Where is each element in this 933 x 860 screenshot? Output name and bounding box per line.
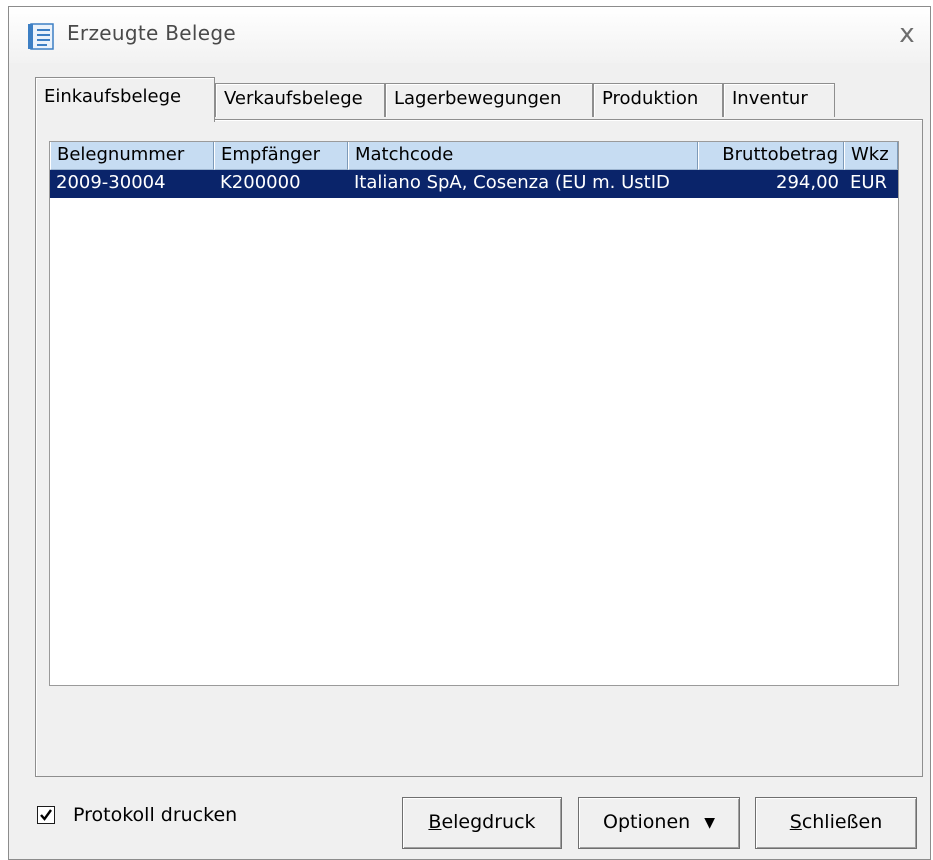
- protokoll-drucken-label[interactable]: Protokoll drucken: [73, 804, 237, 826]
- dropdown-arrow-icon: ▼: [704, 814, 715, 831]
- schliessen-label: chließen: [801, 811, 883, 833]
- column-header-matchcode[interactable]: Matchcode: [348, 142, 698, 170]
- cell-matchcode: Italiano SpA, Cosenza (EU m. UstID: [354, 172, 670, 193]
- optionen-button[interactable]: Optionen ▼: [578, 797, 740, 849]
- document-list-icon: [27, 21, 57, 51]
- cell-bruttobetrag: 294,00: [776, 172, 839, 193]
- schliessen-button[interactable]: Schließen: [755, 797, 917, 849]
- column-header-wkz[interactable]: Wkz: [844, 142, 898, 170]
- belege-list[interactable]: Belegnummer Empfänger Matchcode Bruttobe…: [49, 141, 899, 686]
- schliessen-mnemonic: S: [789, 811, 802, 833]
- tab-lagerbewegungen[interactable]: Lagerbewegungen: [385, 83, 593, 117]
- close-icon[interactable]: x: [890, 17, 924, 51]
- tab-einkaufsbelege[interactable]: Einkaufsbelege: [35, 77, 215, 122]
- belegdruck-mnemonic: B: [428, 811, 442, 833]
- checkmark-icon: [40, 809, 52, 821]
- dialog-window: Erzeugte Belege x Einkaufsbelege Verkauf…: [8, 6, 931, 860]
- tab-inventur[interactable]: Inventur: [723, 83, 835, 117]
- cell-belegnummer: 2009-30004: [56, 172, 166, 193]
- belegdruck-button[interactable]: Belegdruck: [402, 797, 562, 849]
- cell-empfaenger: K200000: [220, 172, 301, 193]
- protokoll-drucken-checkbox[interactable]: [37, 806, 55, 824]
- tab-verkaufsbelege[interactable]: Verkaufsbelege: [215, 83, 385, 117]
- column-header-belegnummer[interactable]: Belegnummer: [50, 142, 214, 170]
- window-title: Erzeugte Belege: [67, 21, 236, 45]
- table-row[interactable]: 2009-30004 K200000 Italiano SpA, Cosenza…: [50, 170, 898, 198]
- column-header-bruttobetrag[interactable]: Bruttobetrag: [698, 142, 844, 170]
- column-header-empfaenger[interactable]: Empfänger: [214, 142, 348, 170]
- list-header: Belegnummer Empfänger Matchcode Bruttobe…: [50, 142, 898, 170]
- title-bar[interactable]: Erzeugte Belege x: [9, 7, 930, 63]
- belegdruck-label: elegdruck: [441, 811, 536, 833]
- cell-wkz: EUR: [850, 172, 888, 193]
- tab-produktion[interactable]: Produktion: [593, 83, 723, 117]
- optionen-label: Optionen: [603, 811, 691, 833]
